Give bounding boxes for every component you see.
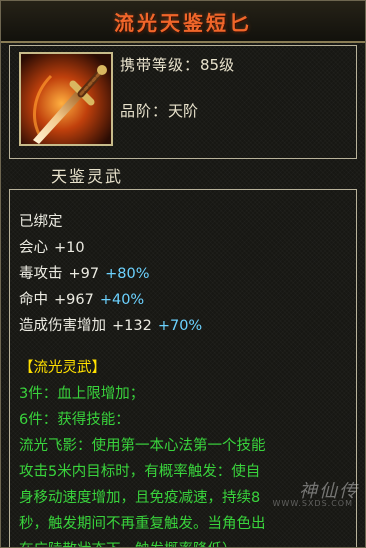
set-title: 【流光灵武】 (19, 360, 106, 376)
attribute-value: +97 (68, 266, 100, 282)
attribute-bonus: +80% (105, 266, 150, 282)
dagger-icon (21, 54, 111, 144)
set-line: 流光飞影：使用第一本心法第一个技能 (19, 438, 266, 454)
bound-status: 已绑定 (19, 214, 63, 230)
item-icon-slot[interactable] (19, 52, 113, 146)
attribute-label: 毒攻击 (19, 266, 63, 282)
tooltip-title-bar: 流光天鉴短匕 (1, 1, 365, 43)
grade-value: 天阶 (168, 102, 199, 120)
attribute-row: 造成伤害增加 +132 +70% (19, 314, 202, 335)
set-line: 3件：血上限增加； (19, 386, 145, 402)
item-header-panel: 携带等级：85级 品阶：天阶 (9, 45, 357, 159)
attribute-label: 造成伤害增加 (19, 318, 106, 334)
attribute-value: +10 (54, 240, 85, 256)
attribute-bonus: +40% (99, 292, 145, 308)
item-name: 流光天鉴短匕 (114, 10, 252, 35)
carry-level-label: 携带等级： (120, 56, 201, 74)
attribute-bonus: +70% (157, 318, 203, 334)
attribute-value: +132 (112, 318, 152, 334)
item-grade: 品阶：天阶 (120, 100, 198, 121)
attribute-row: 会心 +10 (19, 236, 85, 257)
carry-level-value: 85级 (200, 56, 235, 74)
set-line: 身移动速度增加，且免疫减速，持续8 (19, 490, 261, 506)
grade-label: 品阶： (120, 102, 169, 120)
site-watermark: 神仙传 WWW.SXDS.COM (251, 477, 359, 517)
attribute-row: 命中 +967 +40% (19, 288, 144, 309)
carry-level: 携带等级：85级 (120, 54, 234, 75)
set-line: 秒，触发期间不再重复触发。当角色出 (19, 516, 266, 532)
set-line: 攻击5米内目标时，有概率触发：使自 (19, 464, 261, 480)
set-line: 在广陵散状态下，触发概率降低） (19, 538, 237, 547)
item-tooltip: 流光天鉴短匕 携带等级：85级 品阶：天阶 天鉴灵武 已绑定 会心 +10 毒攻… (0, 0, 366, 548)
attribute-row: 毒攻击 +97 +80% (19, 262, 150, 283)
item-category: 天鉴灵武 (51, 167, 124, 186)
set-line: 6件：获得技能： (19, 412, 130, 428)
attribute-label: 会心 (19, 240, 48, 256)
attribute-value: +967 (54, 292, 94, 308)
attribute-label: 命中 (19, 292, 48, 308)
watermark-url: WWW.SXDS.COM (272, 499, 353, 508)
